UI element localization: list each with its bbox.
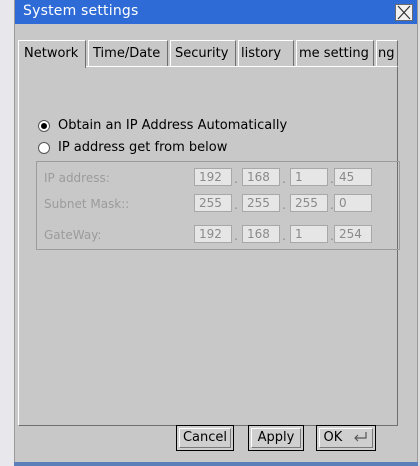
ip-sep-1: .: [234, 172, 238, 186]
tab-network-label: Network: [24, 46, 79, 61]
tab-time-setting[interactable]: me setting: [296, 40, 374, 66]
background-strip: [0, 0, 14, 466]
ip-address-label: IP address:: [44, 171, 110, 185]
mask-octet-2[interactable]: 255: [242, 194, 280, 212]
mask-sep-1: .: [234, 198, 238, 212]
close-button[interactable]: [395, 4, 413, 21]
tab-time-setting-label: me setting: [299, 46, 369, 61]
subnet-mask-label: Subnet Mask::: [44, 197, 130, 211]
tab-history[interactable]: listory: [238, 40, 294, 66]
window-bottom-edge: [14, 462, 418, 466]
window-title: System settings: [23, 3, 139, 19]
ip-octet-1[interactable]: 192: [194, 168, 232, 186]
ip-octet-3[interactable]: 1: [290, 168, 328, 186]
tab-security-label: Security: [175, 46, 229, 61]
mask-octet-3[interactable]: 255: [290, 194, 328, 212]
gateway-sep-1: .: [234, 229, 238, 243]
tab-overflow-label: ng: [378, 46, 395, 61]
tab-network[interactable]: Network: [18, 40, 86, 68]
mask-sep-2: .: [282, 198, 286, 212]
radio-auto-ip-label: Obtain an IP Address Automatically: [58, 118, 288, 133]
tab-security[interactable]: Security: [170, 40, 236, 66]
tab-time-date[interactable]: Time/Date: [88, 40, 168, 66]
gateway-octet-4[interactable]: 254: [334, 225, 372, 243]
mask-octet-1[interactable]: 255: [194, 194, 232, 212]
tab-bar: Network Time/Date Security listory me se…: [18, 40, 398, 68]
radio-auto-ip-indicator[interactable]: [38, 120, 50, 132]
ok-button[interactable]: OK: [316, 425, 376, 451]
ip-octet-2[interactable]: 168: [242, 168, 280, 186]
tab-overflow[interactable]: ng: [376, 40, 398, 66]
gateway-octet-1[interactable]: 192: [194, 225, 232, 243]
radio-manual-ip-label: IP address get from below: [58, 140, 228, 155]
gateway-sep-2: .: [282, 229, 286, 243]
ip-octet-4[interactable]: 45: [334, 168, 372, 186]
tab-history-label: listory: [241, 46, 282, 61]
ok-button-label: OK: [323, 430, 343, 445]
apply-button[interactable]: Apply: [248, 425, 304, 451]
close-x-icon: [397, 5, 411, 20]
gateway-octet-2[interactable]: 168: [242, 225, 280, 243]
radio-manual-ip-indicator[interactable]: [38, 142, 50, 154]
cancel-button-label: Cancel: [182, 430, 228, 445]
cancel-button[interactable]: Cancel: [176, 425, 234, 451]
mask-octet-4[interactable]: 0: [334, 194, 372, 212]
title-bar[interactable]: System settings: [15, 0, 417, 24]
tab-time-date-label: Time/Date: [93, 46, 161, 61]
apply-button-label: Apply: [257, 430, 295, 445]
enter-key-icon: [354, 432, 368, 442]
ip-sep-2: .: [282, 172, 286, 186]
gateway-octet-3[interactable]: 1: [290, 225, 328, 243]
gateway-label: GateWay:: [44, 228, 102, 242]
